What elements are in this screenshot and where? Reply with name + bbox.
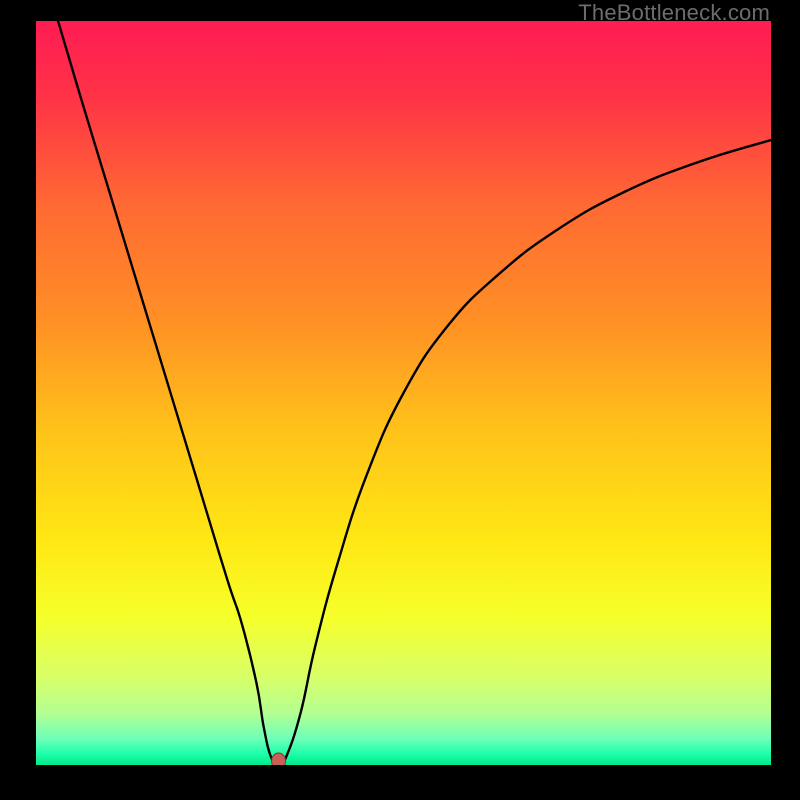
optimum-marker <box>272 753 286 765</box>
chart-svg <box>36 21 771 765</box>
chart-frame: TheBottleneck.com <box>0 0 800 800</box>
plot-area <box>36 21 771 765</box>
